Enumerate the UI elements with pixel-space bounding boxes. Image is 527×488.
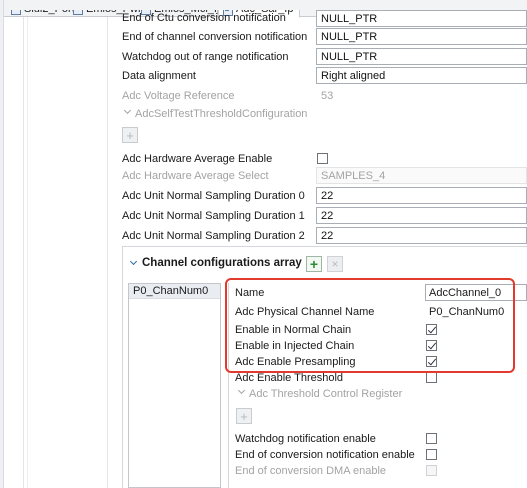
tree-guide-line [27,17,28,488]
ctu-notification-label: End of Ctu conversion notification [122,12,286,24]
conversion-notification-checkbox[interactable] [426,449,437,460]
remove-channel-button[interactable]: × [327,256,343,272]
chevron-down-icon[interactable] [124,108,132,116]
chevron-down-icon[interactable] [130,259,138,267]
hw-average-select-label: Adc Hardware Average Select [122,170,269,182]
ctu-notification-field[interactable]: NULL_PTR [316,10,527,27]
hw-average-select: SAMPLES_4 [316,167,527,184]
channel-list[interactable]: P0_ChanNum0 [128,283,221,488]
data-alignment-select[interactable]: Right aligned [316,67,527,84]
hw-average-enable-label: Adc Hardware Average Enable [122,153,273,165]
voltage-reference-label: Adc Voltage Reference [122,90,235,102]
list-item[interactable]: P0_ChanNum0 [129,284,220,299]
chevron-down-icon[interactable] [238,388,246,396]
watchdog-enable-checkbox[interactable] [426,433,437,444]
sampling-duration-2-label: Adc Unit Normal Sampling Duration 2 [122,230,305,242]
voltage-reference-value: 53 [321,90,334,102]
hw-average-enable-checkbox[interactable] [317,153,328,164]
dma-enable-label: End of conversion DMA enable [235,465,387,477]
threshold-enable-checkbox[interactable] [426,372,437,383]
channel-config-title: Channel configurations array [142,257,302,269]
watchdog-enable-label: Watchdog notification enable [235,433,376,445]
watchdog-notification-label: Watchdog out of range notification [122,51,289,63]
sampling-duration-0-label: Adc Unit Normal Sampling Duration 0 [122,190,305,202]
channel-notification-field[interactable]: NULL_PTR [316,28,527,45]
watchdog-notification-field[interactable]: NULL_PTR [316,48,527,65]
threshold-register-label: Adc Threshold Control Register [249,388,403,400]
tree-guide-line [23,17,24,488]
sampling-duration-1-label: Adc Unit Normal Sampling Duration 1 [122,210,305,222]
selftest-config-label: AdcSelfTestThresholdConfiguration [135,108,308,120]
sampling-duration-2-field[interactable]: 22 [316,227,527,244]
dma-enable-checkbox [426,465,437,476]
channel-notification-label: End of channel conversion notification [122,31,308,43]
sampling-duration-1-field[interactable]: 22 [316,207,527,224]
threshold-enable-label: Adc Enable Threshold [235,372,344,384]
left-panel-edge [0,0,4,488]
highlight-box [225,278,515,373]
add-threshold-button[interactable]: + [236,408,252,424]
tab-siul2-port[interactable]: Siul2_Port [10,0,75,17]
config-file-icon [72,3,83,15]
config-file-icon [10,3,21,15]
conversion-notification-label: End of conversion notification enable [235,449,415,461]
sampling-duration-0-field[interactable]: 22 [316,187,527,204]
data-alignment-label: Data alignment [122,70,196,82]
add-channel-button[interactable]: + [306,256,322,272]
add-selftest-button[interactable]: + [122,127,138,143]
tree-guide-line [107,17,108,488]
